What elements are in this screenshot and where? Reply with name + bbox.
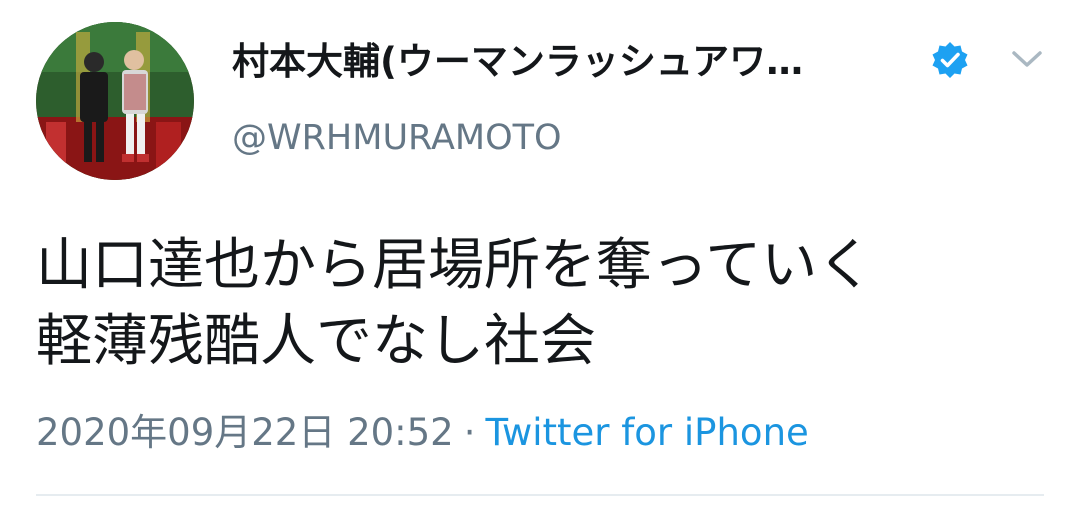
- user-handle[interactable]: @WRHMURAMOTO: [232, 114, 562, 162]
- verified-badge-icon: [932, 42, 968, 78]
- tweet-text: 山口達也から居場所を奪っていく 軽薄残酷人でなし社会: [36, 228, 1046, 380]
- divider: [36, 494, 1044, 496]
- display-name[interactable]: 村本大輔(ウーマンラッシュアワ…: [232, 36, 922, 88]
- tweet-text-line: 軽薄残酷人でなし社会: [36, 309, 596, 374]
- avatar[interactable]: [36, 22, 194, 180]
- tweet-text-line: 山口達也から居場所を奪っていく: [36, 233, 874, 298]
- chevron-down-icon[interactable]: [1010, 46, 1044, 72]
- tweet-meta: 2020年09月22日 20:52 · Twitter for iPhone: [36, 408, 809, 458]
- tweet-card: 村本大輔(ウーマンラッシュアワ… @WRHMURAMOTO 山口達也から居場所を…: [0, 0, 1080, 518]
- profile-photo-icon: [36, 22, 194, 180]
- meta-separator: ·: [463, 411, 476, 454]
- timestamp[interactable]: 2020年09月22日 20:52: [36, 411, 454, 454]
- source-link[interactable]: Twitter for iPhone: [485, 411, 808, 454]
